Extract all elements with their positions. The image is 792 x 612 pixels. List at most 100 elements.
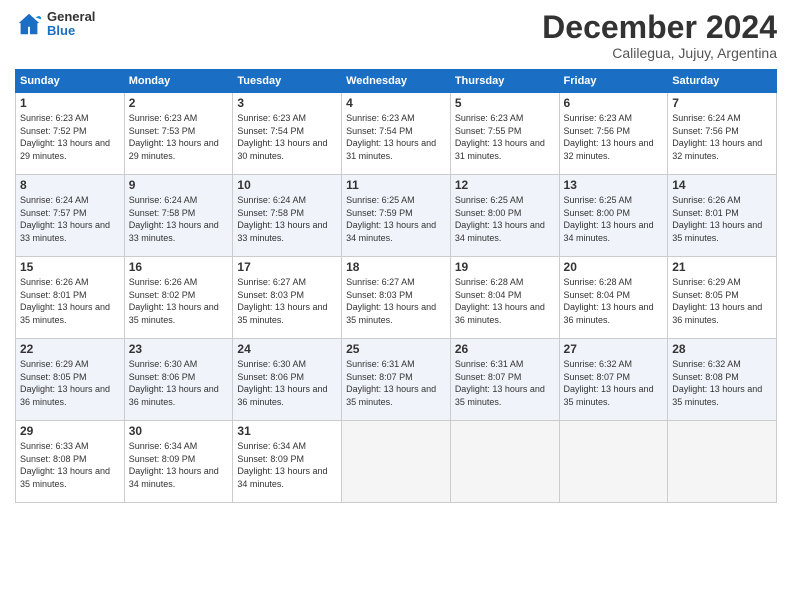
day-cell-14: 14 Sunrise: 6:26 AMSunset: 8:01 PMDaylig… <box>668 175 777 257</box>
day-cell-25: 25 Sunrise: 6:31 AMSunset: 8:07 PMDaylig… <box>342 339 451 421</box>
day-info: Sunrise: 6:24 AMSunset: 7:58 PMDaylight:… <box>237 195 327 243</box>
day-info: Sunrise: 6:30 AMSunset: 8:06 PMDaylight:… <box>237 359 327 407</box>
day-cell-11: 11 Sunrise: 6:25 AMSunset: 7:59 PMDaylig… <box>342 175 451 257</box>
header-thursday: Thursday <box>450 70 559 93</box>
day-number: 29 <box>20 424 120 438</box>
day-number: 1 <box>20 96 120 110</box>
day-number: 25 <box>346 342 446 356</box>
day-cell-2: 2 Sunrise: 6:23 AMSunset: 7:53 PMDayligh… <box>124 93 233 175</box>
day-number: 11 <box>346 178 446 192</box>
day-info: Sunrise: 6:26 AMSunset: 8:02 PMDaylight:… <box>129 277 219 325</box>
day-info: Sunrise: 6:27 AMSunset: 8:03 PMDaylight:… <box>346 277 436 325</box>
day-cell-27: 27 Sunrise: 6:32 AMSunset: 8:07 PMDaylig… <box>559 339 668 421</box>
day-number: 5 <box>455 96 555 110</box>
day-cell-7: 7 Sunrise: 6:24 AMSunset: 7:56 PMDayligh… <box>668 93 777 175</box>
day-number: 22 <box>20 342 120 356</box>
calendar-row-3: 15 Sunrise: 6:26 AMSunset: 8:01 PMDaylig… <box>16 257 777 339</box>
day-info: Sunrise: 6:23 AMSunset: 7:52 PMDaylight:… <box>20 113 110 161</box>
day-number: 23 <box>129 342 229 356</box>
day-cell-20: 20 Sunrise: 6:28 AMSunset: 8:04 PMDaylig… <box>559 257 668 339</box>
day-number: 16 <box>129 260 229 274</box>
day-number: 7 <box>672 96 772 110</box>
day-info: Sunrise: 6:27 AMSunset: 8:03 PMDaylight:… <box>237 277 327 325</box>
day-info: Sunrise: 6:24 AMSunset: 7:57 PMDaylight:… <box>20 195 110 243</box>
day-number: 13 <box>564 178 664 192</box>
day-number: 3 <box>237 96 337 110</box>
day-cell-3: 3 Sunrise: 6:23 AMSunset: 7:54 PMDayligh… <box>233 93 342 175</box>
day-info: Sunrise: 6:28 AMSunset: 8:04 PMDaylight:… <box>455 277 545 325</box>
day-info: Sunrise: 6:25 AMSunset: 7:59 PMDaylight:… <box>346 195 436 243</box>
day-number: 10 <box>237 178 337 192</box>
day-info: Sunrise: 6:26 AMSunset: 8:01 PMDaylight:… <box>672 195 762 243</box>
day-info: Sunrise: 6:23 AMSunset: 7:54 PMDaylight:… <box>237 113 327 161</box>
day-cell-18: 18 Sunrise: 6:27 AMSunset: 8:03 PMDaylig… <box>342 257 451 339</box>
day-cell-9: 9 Sunrise: 6:24 AMSunset: 7:58 PMDayligh… <box>124 175 233 257</box>
day-info: Sunrise: 6:32 AMSunset: 8:07 PMDaylight:… <box>564 359 654 407</box>
logo: General Blue <box>15 10 95 39</box>
calendar-row-5: 29 Sunrise: 6:33 AMSunset: 8:08 PMDaylig… <box>16 421 777 503</box>
day-cell-10: 10 Sunrise: 6:24 AMSunset: 7:58 PMDaylig… <box>233 175 342 257</box>
day-info: Sunrise: 6:28 AMSunset: 8:04 PMDaylight:… <box>564 277 654 325</box>
day-cell-15: 15 Sunrise: 6:26 AMSunset: 8:01 PMDaylig… <box>16 257 125 339</box>
day-info: Sunrise: 6:23 AMSunset: 7:54 PMDaylight:… <box>346 113 436 161</box>
day-cell-19: 19 Sunrise: 6:28 AMSunset: 8:04 PMDaylig… <box>450 257 559 339</box>
day-cell-24: 24 Sunrise: 6:30 AMSunset: 8:06 PMDaylig… <box>233 339 342 421</box>
day-number: 12 <box>455 178 555 192</box>
day-number: 9 <box>129 178 229 192</box>
header-wednesday: Wednesday <box>342 70 451 93</box>
day-cell-4: 4 Sunrise: 6:23 AMSunset: 7:54 PMDayligh… <box>342 93 451 175</box>
day-cell-5: 5 Sunrise: 6:23 AMSunset: 7:55 PMDayligh… <box>450 93 559 175</box>
day-cell-26: 26 Sunrise: 6:31 AMSunset: 8:07 PMDaylig… <box>450 339 559 421</box>
day-info: Sunrise: 6:34 AMSunset: 8:09 PMDaylight:… <box>237 441 327 489</box>
day-number: 30 <box>129 424 229 438</box>
calendar-table: Sunday Monday Tuesday Wednesday Thursday… <box>15 69 777 503</box>
day-info: Sunrise: 6:24 AMSunset: 7:56 PMDaylight:… <box>672 113 762 161</box>
day-number: 14 <box>672 178 772 192</box>
day-info: Sunrise: 6:29 AMSunset: 8:05 PMDaylight:… <box>672 277 762 325</box>
day-cell-1: 1 Sunrise: 6:23 AMSunset: 7:52 PMDayligh… <box>16 93 125 175</box>
header-saturday: Saturday <box>668 70 777 93</box>
empty-cell <box>559 421 668 503</box>
calendar-row-1: 1 Sunrise: 6:23 AMSunset: 7:52 PMDayligh… <box>16 93 777 175</box>
day-cell-16: 16 Sunrise: 6:26 AMSunset: 8:02 PMDaylig… <box>124 257 233 339</box>
day-number: 2 <box>129 96 229 110</box>
day-cell-17: 17 Sunrise: 6:27 AMSunset: 8:03 PMDaylig… <box>233 257 342 339</box>
month-title: December 2024 <box>542 10 777 45</box>
day-cell-22: 22 Sunrise: 6:29 AMSunset: 8:05 PMDaylig… <box>16 339 125 421</box>
day-number: 19 <box>455 260 555 274</box>
day-number: 6 <box>564 96 664 110</box>
day-info: Sunrise: 6:23 AMSunset: 7:56 PMDaylight:… <box>564 113 654 161</box>
title-area: December 2024 Calilegua, Jujuy, Argentin… <box>542 10 777 61</box>
empty-cell <box>668 421 777 503</box>
header-sunday: Sunday <box>16 70 125 93</box>
calendar-row-4: 22 Sunrise: 6:29 AMSunset: 8:05 PMDaylig… <box>16 339 777 421</box>
day-number: 28 <box>672 342 772 356</box>
header: General Blue December 2024 Calilegua, Ju… <box>15 10 777 61</box>
day-number: 20 <box>564 260 664 274</box>
day-cell-23: 23 Sunrise: 6:30 AMSunset: 8:06 PMDaylig… <box>124 339 233 421</box>
calendar-header-row: Sunday Monday Tuesday Wednesday Thursday… <box>16 70 777 93</box>
header-friday: Friday <box>559 70 668 93</box>
day-cell-30: 30 Sunrise: 6:34 AMSunset: 8:09 PMDaylig… <box>124 421 233 503</box>
day-cell-8: 8 Sunrise: 6:24 AMSunset: 7:57 PMDayligh… <box>16 175 125 257</box>
day-number: 4 <box>346 96 446 110</box>
day-cell-12: 12 Sunrise: 6:25 AMSunset: 8:00 PMDaylig… <box>450 175 559 257</box>
empty-cell <box>342 421 451 503</box>
day-number: 8 <box>20 178 120 192</box>
logo-blue-text: Blue <box>47 24 95 38</box>
logo-general-text: General <box>47 10 95 24</box>
logo-text: General Blue <box>47 10 95 39</box>
day-number: 15 <box>20 260 120 274</box>
day-info: Sunrise: 6:33 AMSunset: 8:08 PMDaylight:… <box>20 441 110 489</box>
day-info: Sunrise: 6:26 AMSunset: 8:01 PMDaylight:… <box>20 277 110 325</box>
day-cell-28: 28 Sunrise: 6:32 AMSunset: 8:08 PMDaylig… <box>668 339 777 421</box>
calendar-row-2: 8 Sunrise: 6:24 AMSunset: 7:57 PMDayligh… <box>16 175 777 257</box>
day-cell-13: 13 Sunrise: 6:25 AMSunset: 8:00 PMDaylig… <box>559 175 668 257</box>
day-info: Sunrise: 6:31 AMSunset: 8:07 PMDaylight:… <box>455 359 545 407</box>
day-number: 18 <box>346 260 446 274</box>
day-number: 27 <box>564 342 664 356</box>
day-info: Sunrise: 6:23 AMSunset: 7:53 PMDaylight:… <box>129 113 219 161</box>
day-cell-6: 6 Sunrise: 6:23 AMSunset: 7:56 PMDayligh… <box>559 93 668 175</box>
day-cell-31: 31 Sunrise: 6:34 AMSunset: 8:09 PMDaylig… <box>233 421 342 503</box>
day-number: 21 <box>672 260 772 274</box>
